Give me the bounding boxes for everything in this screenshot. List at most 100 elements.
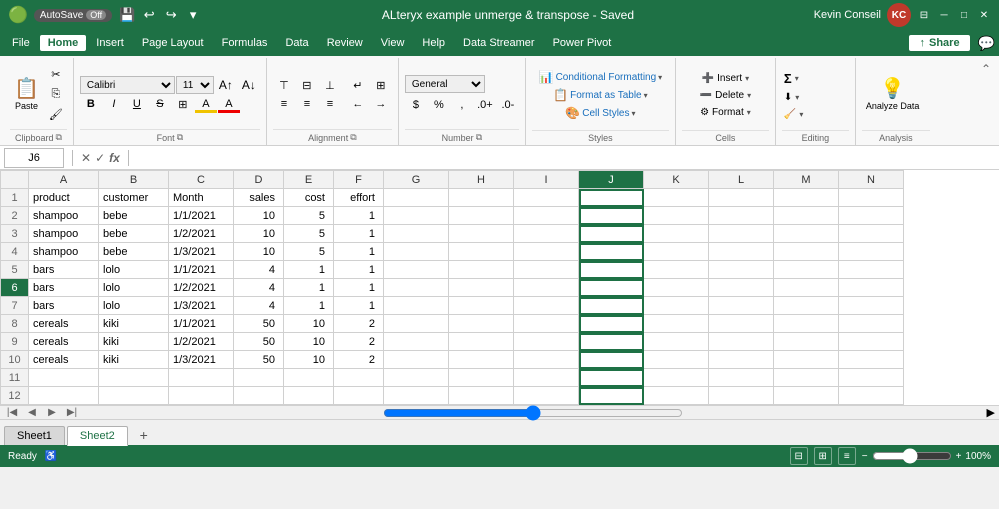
col-header-f[interactable]: F: [334, 171, 384, 189]
cell-K9[interactable]: [644, 333, 709, 351]
col-header-b[interactable]: B: [99, 171, 169, 189]
cell-J3[interactable]: [579, 225, 644, 243]
row-header-11[interactable]: 11: [1, 369, 29, 387]
cell-L1[interactable]: [709, 189, 774, 207]
align-left-icon[interactable]: ≡: [273, 95, 295, 113]
cell-L7[interactable]: [709, 297, 774, 315]
copy-button[interactable]: ⎘: [45, 86, 67, 104]
cell-I3[interactable]: [514, 225, 579, 243]
col-header-e[interactable]: E: [284, 171, 334, 189]
cell-N1[interactable]: [839, 189, 904, 207]
more-qat-icon[interactable]: ▾: [184, 6, 202, 24]
cell-N5[interactable]: [839, 261, 904, 279]
cell-D12[interactable]: [234, 387, 284, 405]
menu-review[interactable]: Review: [319, 35, 371, 51]
insert-function-icon[interactable]: fx: [109, 151, 120, 165]
comment-icon[interactable]: 💬: [978, 35, 995, 52]
font-color-button[interactable]: A: [218, 95, 240, 113]
cell-N10[interactable]: [839, 351, 904, 369]
cell-B7[interactable]: lolo: [99, 297, 169, 315]
row-header-7[interactable]: 7: [1, 297, 29, 315]
cell-H1[interactable]: [449, 189, 514, 207]
cell-L4[interactable]: [709, 243, 774, 261]
cell-C10[interactable]: 1/3/2021: [169, 351, 234, 369]
cell-A4[interactable]: shampoo: [29, 243, 99, 261]
horizontal-scroll[interactable]: |◀ ◀ ▶ ▶| ▶: [0, 405, 999, 419]
cell-I8[interactable]: [514, 315, 579, 333]
cell-I9[interactable]: [514, 333, 579, 351]
cell-G2[interactable]: [384, 207, 449, 225]
cell-J11[interactable]: [579, 369, 644, 387]
cell-A3[interactable]: shampoo: [29, 225, 99, 243]
cell-K11[interactable]: [644, 369, 709, 387]
cell-E6[interactable]: 1: [284, 279, 334, 297]
col-header-g[interactable]: G: [384, 171, 449, 189]
cut-button[interactable]: ✂: [45, 66, 67, 84]
cell-L12[interactable]: [709, 387, 774, 405]
scroll-prev-icon[interactable]: ◀: [24, 405, 40, 421]
cell-D1[interactable]: sales: [234, 189, 284, 207]
col-header-k[interactable]: K: [644, 171, 709, 189]
cell-J2[interactable]: [579, 207, 644, 225]
row-header-1[interactable]: 1: [1, 189, 29, 207]
cell-J4[interactable]: [579, 243, 644, 261]
align-middle-icon[interactable]: ⊟: [296, 76, 318, 94]
accessibility-icon[interactable]: ♿: [45, 451, 57, 462]
cell-I10[interactable]: [514, 351, 579, 369]
cell-K1[interactable]: [644, 189, 709, 207]
cell-D9[interactable]: 50: [234, 333, 284, 351]
cell-L6[interactable]: [709, 279, 774, 297]
align-center-icon[interactable]: ≡: [296, 95, 318, 113]
alignment-expand-icon[interactable]: ⧉: [350, 132, 356, 143]
scroll-first-icon[interactable]: |◀: [4, 405, 20, 421]
clear-button[interactable]: 🧹 ▾: [782, 108, 805, 121]
cell-E8[interactable]: 10: [284, 315, 334, 333]
save-icon[interactable]: 💾: [118, 6, 136, 24]
cell-L5[interactable]: [709, 261, 774, 279]
cell-G4[interactable]: [384, 243, 449, 261]
cell-M10[interactable]: [774, 351, 839, 369]
cell-J6[interactable]: [579, 279, 644, 297]
cell-M9[interactable]: [774, 333, 839, 351]
menu-home[interactable]: Home: [40, 35, 87, 51]
align-right-icon[interactable]: ≡: [319, 95, 341, 113]
cell-I4[interactable]: [514, 243, 579, 261]
cell-B6[interactable]: lolo: [99, 279, 169, 297]
row-header-3[interactable]: 3: [1, 225, 29, 243]
menu-data[interactable]: Data: [277, 35, 316, 51]
cell-J8[interactable]: [579, 315, 644, 333]
col-header-c[interactable]: C: [169, 171, 234, 189]
menu-view[interactable]: View: [373, 35, 413, 51]
cell-A2[interactable]: shampoo: [29, 207, 99, 225]
fill-color-button[interactable]: A: [195, 95, 217, 113]
cell-F3[interactable]: 1: [334, 225, 384, 243]
menu-file[interactable]: File: [4, 35, 38, 51]
cell-E5[interactable]: 1: [284, 261, 334, 279]
sheet-tab-sheet1[interactable]: Sheet1: [4, 426, 65, 445]
cell-F4[interactable]: 1: [334, 243, 384, 261]
cell-N6[interactable]: [839, 279, 904, 297]
cell-M2[interactable]: [774, 207, 839, 225]
cell-F8[interactable]: 2: [334, 315, 384, 333]
cell-L8[interactable]: [709, 315, 774, 333]
cell-A5[interactable]: bars: [29, 261, 99, 279]
cell-G9[interactable]: [384, 333, 449, 351]
analyze-data-button[interactable]: 💡 Analyze Data: [862, 67, 924, 123]
cell-K4[interactable]: [644, 243, 709, 261]
cell-F2[interactable]: 1: [334, 207, 384, 225]
merge-center-icon[interactable]: ⊞: [370, 76, 392, 94]
cell-G8[interactable]: [384, 315, 449, 333]
cell-B10[interactable]: kiki: [99, 351, 169, 369]
cell-E12[interactable]: [284, 387, 334, 405]
border-button[interactable]: ⊞: [172, 95, 194, 113]
cell-J7[interactable]: [579, 297, 644, 315]
format-painter-button[interactable]: 🖌: [45, 106, 67, 124]
menu-data-streamer[interactable]: Data Streamer: [455, 35, 543, 51]
cell-I5[interactable]: [514, 261, 579, 279]
menu-formulas[interactable]: Formulas: [214, 35, 276, 51]
cell-B2[interactable]: bebe: [99, 207, 169, 225]
cell-A10[interactable]: cereals: [29, 351, 99, 369]
cell-N12[interactable]: [839, 387, 904, 405]
zoom-out-icon[interactable]: −: [862, 451, 868, 462]
normal-view-button[interactable]: ⊟: [790, 447, 808, 465]
